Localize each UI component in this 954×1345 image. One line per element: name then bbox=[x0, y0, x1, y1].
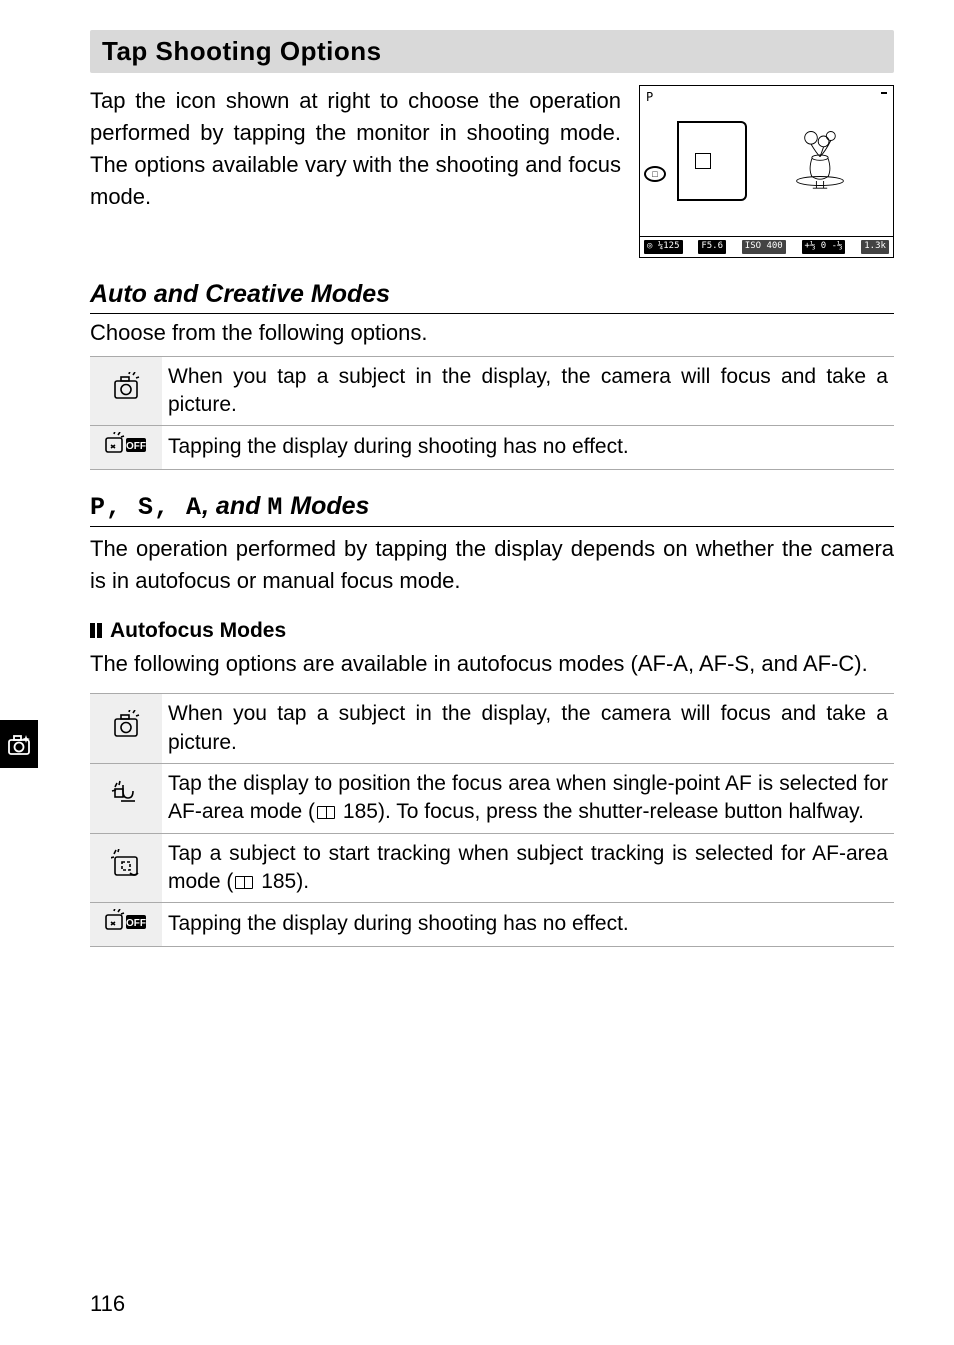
af-modes-heading: Autofocus Modes bbox=[90, 619, 894, 644]
psa-subtext: The operation performed by tapping the d… bbox=[90, 533, 894, 597]
vase-icon bbox=[784, 127, 856, 195]
page-ref-icon bbox=[317, 806, 335, 819]
status-strip: ◎ ¼125 F5.6 ISO 400 +⅓ 0 -⅓ 1.3k bbox=[640, 236, 893, 257]
shutter-chip: ◎ ¼125 bbox=[644, 240, 683, 254]
table-row: Tap the display to position the focus ar… bbox=[90, 764, 894, 834]
psa-heading: P, S, A, and M Modes bbox=[90, 492, 894, 527]
auto-heading: Auto and Creative Modes bbox=[90, 280, 894, 314]
row-text: Tap a subject to start tracking when sub… bbox=[162, 833, 894, 903]
table-row: Tapping the display during shooting has … bbox=[90, 903, 894, 946]
side-tab bbox=[0, 720, 38, 768]
tap-off-icon bbox=[90, 903, 162, 946]
tap-shutter-icon bbox=[90, 694, 162, 764]
auto-subline: Choose from the following options. bbox=[90, 320, 894, 346]
auto-table: When you tap a subject in the display, t… bbox=[90, 356, 894, 470]
tap-af-point-icon bbox=[90, 764, 162, 834]
count-chip: 1.3k bbox=[861, 240, 889, 254]
section-title: Tap Shooting Options bbox=[90, 30, 894, 73]
tap-mode-indicator-icon: □ bbox=[644, 166, 666, 182]
page-ref-icon bbox=[235, 876, 253, 889]
row-text: Tapping the display during shooting has … bbox=[162, 903, 894, 946]
row-text: Tapping the display during shooting has … bbox=[162, 426, 894, 469]
page-number: 116 bbox=[90, 1291, 125, 1317]
table-row: When you tap a subject in the display, t… bbox=[90, 694, 894, 764]
row-text: Tap the display to position the focus ar… bbox=[162, 764, 894, 834]
heading-bars-icon bbox=[90, 620, 104, 644]
row-text: When you tap a subject in the display, t… bbox=[162, 694, 894, 764]
mode-mark: P bbox=[646, 90, 653, 104]
table-row: Tapping the display during shooting has … bbox=[90, 426, 894, 469]
tap-off-icon bbox=[90, 426, 162, 469]
table-row: When you tap a subject in the display, t… bbox=[90, 356, 894, 426]
tap-track-icon bbox=[90, 833, 162, 903]
iso-chip: ISO 400 bbox=[742, 240, 786, 254]
intro-text: Tap the icon shown at right to choose th… bbox=[90, 85, 621, 213]
aperture-chip: F5.6 bbox=[698, 240, 726, 254]
tap-shutter-icon bbox=[90, 356, 162, 426]
table-row: Tap a subject to start tracking when sub… bbox=[90, 833, 894, 903]
monitor-illustration: P □ ◎ ¼125 F5.6 ISO 400 +⅓ 0 -⅓ 1.3k bbox=[639, 85, 894, 258]
camera-sparkle-icon bbox=[7, 732, 31, 756]
af-subtext: The following options are available in a… bbox=[90, 648, 894, 680]
dash-icon bbox=[881, 92, 887, 94]
exp-chip: +⅓ 0 -⅓ bbox=[802, 240, 846, 254]
psa-table: When you tap a subject in the display, t… bbox=[90, 693, 894, 946]
focus-bracket-icon bbox=[677, 121, 727, 201]
row-text: When you tap a subject in the display, t… bbox=[162, 356, 894, 426]
